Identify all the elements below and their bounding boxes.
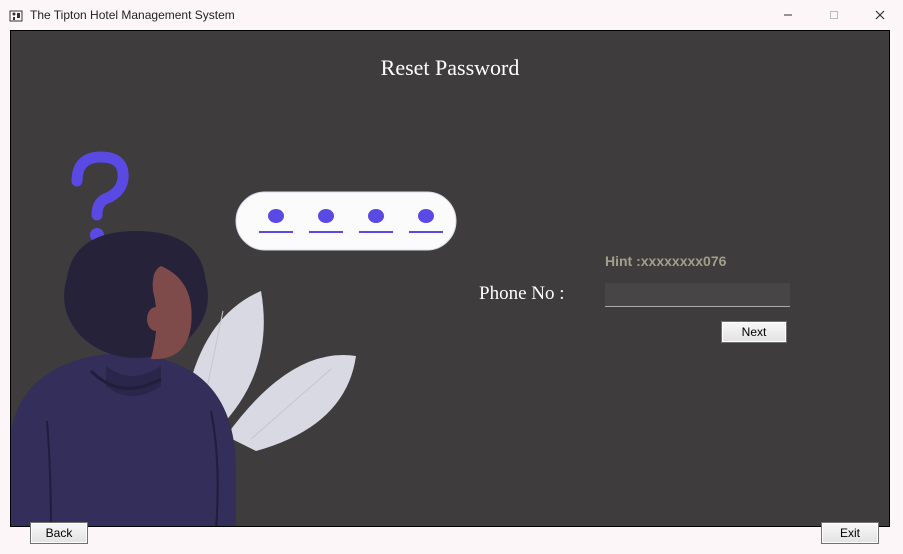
back-button[interactable]: Back [30, 522, 88, 544]
maximize-button[interactable] [811, 0, 857, 30]
minimize-button[interactable] [765, 0, 811, 30]
client-area: Reset Password [0, 30, 903, 554]
exit-button[interactable]: Exit [821, 522, 879, 544]
hint-label: Hint :xxxxxxxx076 [605, 253, 726, 269]
page-title: Reset Password [11, 55, 889, 81]
password-illustration [11, 131, 471, 527]
phone-no-input[interactable] [605, 283, 790, 307]
main-panel: Reset Password [10, 30, 890, 527]
close-button[interactable] [857, 0, 903, 30]
next-button[interactable]: Next [721, 321, 787, 343]
window-title: The Tipton Hotel Management System [30, 8, 235, 22]
app-icon [8, 7, 24, 23]
question-mark-icon [77, 157, 123, 242]
phone-no-label: Phone No : [479, 283, 565, 305]
pin-bubble-icon [236, 192, 456, 250]
titlebar: The Tipton Hotel Management System [0, 0, 903, 30]
window-controls [765, 0, 903, 30]
